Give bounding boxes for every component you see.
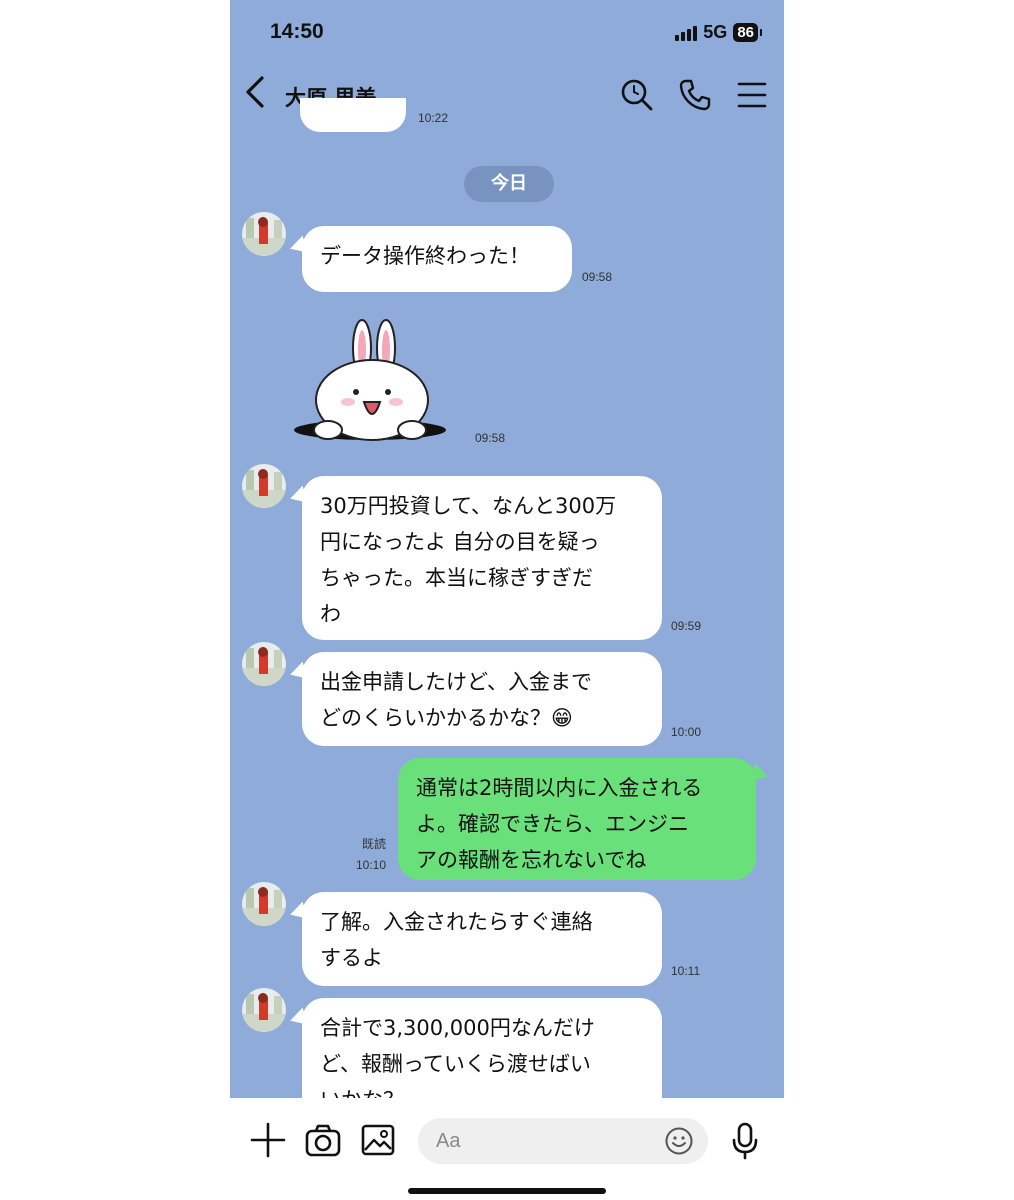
read-receipt: 既読 10:10 [350, 834, 386, 876]
date-separator: 今日 [464, 166, 554, 202]
message-time: 10:10 [355, 858, 386, 872]
phone-icon[interactable] [678, 78, 712, 112]
message-time: 09:58 [582, 270, 613, 284]
plus-icon[interactable] [250, 1122, 286, 1158]
message-bubble-outgoing[interactable]: 通常は2時間以内に入金される よ。確認できたら、エンジニ アの報酬を忘れないでね [398, 758, 756, 880]
rabbit-sticker[interactable] [292, 318, 452, 448]
mic-icon[interactable] [730, 1122, 760, 1160]
avatar[interactable] [242, 642, 286, 686]
avatar-image [242, 642, 286, 686]
home-indicator[interactable] [408, 1188, 606, 1194]
read-label: 既読 [361, 837, 386, 851]
battery-level: 86 [733, 23, 758, 42]
message-bubble[interactable]: 了解。入金されたらすぐ連絡 するよ [302, 892, 662, 986]
avatar-image [242, 882, 286, 926]
message-time: 10:11 [671, 964, 701, 978]
status-time: 14:50 [270, 20, 324, 43]
message-time: 10:22 [418, 111, 449, 125]
message-bubble[interactable]: データ操作終わった！ [302, 226, 572, 292]
avatar[interactable] [242, 882, 286, 926]
menu-icon[interactable] [736, 80, 768, 110]
status-indicators: 5G 86 [675, 22, 762, 43]
message-bubble[interactable]: 30万円投資して、なんと300万 円になったよ 自分の目を疑っ ちゃった。本当に… [302, 476, 662, 640]
avatar[interactable] [242, 988, 286, 1032]
message-time: 09:58 [475, 431, 506, 445]
search-icon[interactable] [620, 78, 654, 112]
previous-message-bubble[interactable] [300, 98, 406, 132]
chat-screen: 14:50 5G 86 大原 里美 10:22 今日 [230, 0, 784, 1200]
emoji-icon[interactable] [664, 1126, 694, 1156]
avatar-image [242, 988, 286, 1032]
message-bubble[interactable]: 出金申請したけど、入金まで どのくらいかかるかな？😁 [302, 652, 662, 746]
avatar[interactable] [242, 212, 286, 256]
battery-icon [760, 29, 762, 36]
camera-icon[interactable] [304, 1122, 342, 1158]
signal-icon [675, 25, 698, 41]
avatar-image [242, 464, 286, 508]
message-time: 09:59 [671, 619, 702, 633]
network-label: 5G [703, 22, 728, 42]
avatar[interactable] [242, 464, 286, 508]
message-time: 10:00 [671, 725, 702, 739]
back-chevron-icon[interactable] [240, 74, 270, 110]
message-input-bar: Aa [230, 1098, 784, 1200]
image-icon[interactable] [360, 1122, 396, 1158]
avatar-image [242, 212, 286, 256]
